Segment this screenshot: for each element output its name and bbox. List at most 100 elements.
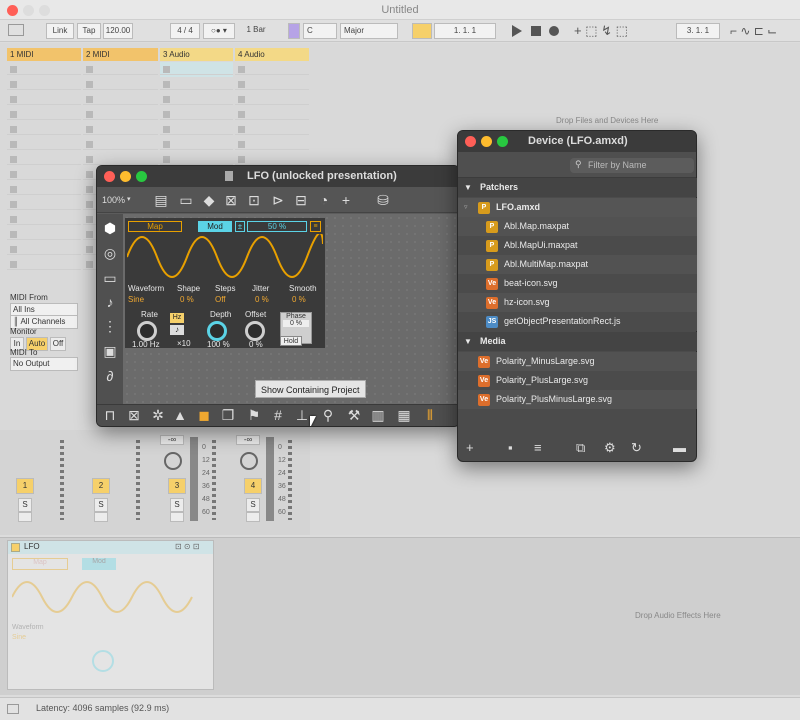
hierarchy-icon[interactable]: ⊥ bbox=[293, 407, 311, 423]
clip-slot[interactable] bbox=[235, 139, 309, 150]
mod-amount-field[interactable]: 50 % bbox=[247, 221, 307, 232]
clip-slot[interactable] bbox=[235, 154, 309, 165]
clip-stop-icon[interactable] bbox=[10, 141, 17, 148]
note-button[interactable]: ♪ bbox=[170, 325, 184, 335]
rate-knob[interactable] bbox=[137, 321, 157, 341]
patcher-close-button[interactable] bbox=[104, 171, 115, 182]
zoom-dropdown-icon[interactable]: ▾ bbox=[127, 195, 131, 203]
jitter-value[interactable]: 0 % bbox=[255, 295, 269, 304]
clip-slot[interactable] bbox=[235, 64, 309, 75]
dial-object-icon[interactable]: ◔ bbox=[315, 192, 333, 208]
steps-value[interactable]: Off bbox=[215, 295, 226, 304]
clip-stop-icon[interactable] bbox=[10, 246, 17, 253]
solo-button[interactable]: S bbox=[18, 498, 32, 512]
presentation-mode-icon[interactable]: ⊠ bbox=[125, 407, 143, 423]
clip-stop-icon[interactable] bbox=[10, 186, 17, 193]
paperclip-icon[interactable]: ∂ bbox=[101, 368, 119, 384]
arm-button[interactable] bbox=[18, 512, 32, 522]
hz-button[interactable]: Hz bbox=[170, 313, 184, 323]
clip-stop-icon[interactable] bbox=[86, 201, 93, 208]
loop-start-field[interactable]: 3. 1. 1 bbox=[676, 23, 720, 39]
record-icon[interactable] bbox=[549, 26, 559, 36]
package-icon[interactable]: ⬢ bbox=[101, 220, 119, 236]
flags-icon[interactable]: ⚑ bbox=[245, 407, 263, 423]
follow-icon[interactable] bbox=[412, 23, 432, 39]
clip-stop-icon[interactable] bbox=[10, 66, 17, 73]
clip-slot[interactable] bbox=[160, 94, 233, 105]
clip-slot[interactable] bbox=[7, 184, 81, 195]
clip-slot[interactable] bbox=[160, 109, 233, 120]
clip-slot[interactable] bbox=[7, 244, 81, 255]
clip-stop-icon[interactable] bbox=[86, 126, 93, 133]
midi-to-select[interactable]: No Output bbox=[10, 357, 78, 371]
list-icon[interactable]: ≡ bbox=[534, 440, 542, 455]
media-section-header[interactable]: ▼ Media bbox=[458, 332, 697, 351]
image-icon[interactable]: ▣ bbox=[101, 343, 119, 359]
clip-stop-icon[interactable] bbox=[86, 231, 93, 238]
clip-slot[interactable] bbox=[160, 139, 233, 150]
slider-object-icon[interactable]: ⊳ bbox=[269, 192, 287, 208]
offset-value[interactable]: 0 % bbox=[249, 340, 263, 349]
offset-knob[interactable] bbox=[245, 321, 265, 341]
tap-button[interactable]: Tap bbox=[77, 23, 101, 39]
clip-stop-icon[interactable] bbox=[163, 81, 170, 88]
patcher-zoom-button[interactable] bbox=[136, 171, 147, 182]
shape-value[interactable]: 0 % bbox=[180, 295, 194, 304]
file-row[interactable]: P Abl.Map.maxpat bbox=[458, 217, 697, 236]
file-row[interactable]: P Abl.MapUi.maxpat bbox=[458, 236, 697, 255]
track-header-4[interactable]: 4 Audio bbox=[235, 48, 309, 61]
clip-stop-icon[interactable] bbox=[10, 216, 17, 223]
clip-stop-icon[interactable] bbox=[86, 111, 93, 118]
track-activator-1[interactable]: 1 bbox=[16, 478, 34, 494]
wrench-icon[interactable]: ⚒ bbox=[345, 407, 363, 423]
mod-button[interactable]: Mod bbox=[198, 221, 232, 232]
depth-knob[interactable] bbox=[207, 321, 227, 341]
depth-value[interactable]: 100 % bbox=[207, 340, 230, 349]
refresh-icon[interactable]: ↻ bbox=[631, 440, 642, 456]
clip-stop-icon[interactable] bbox=[163, 141, 170, 148]
folder-icon[interactable]: ▬ bbox=[673, 440, 686, 455]
clip-slot[interactable] bbox=[83, 64, 158, 75]
track-header-2[interactable]: 2 MIDI bbox=[83, 48, 158, 61]
track-activator-3[interactable]: 3 bbox=[168, 478, 186, 494]
automation-icons[interactable]: ⌐ ∿ ⊏ ⌙ bbox=[730, 23, 798, 39]
polarity-icon[interactable]: ± bbox=[235, 221, 245, 232]
clip-stop-icon[interactable] bbox=[86, 246, 93, 253]
scale-mode-icon[interactable] bbox=[288, 23, 300, 39]
presentation-icon[interactable]: ▤ bbox=[152, 192, 170, 208]
monitor-off-button[interactable]: Off bbox=[50, 337, 66, 351]
tempo-field[interactable]: 120.00 bbox=[103, 23, 133, 39]
clip-stop-icon[interactable] bbox=[163, 156, 170, 163]
clip-stop-icon[interactable] bbox=[163, 111, 170, 118]
clip-slot[interactable] bbox=[83, 94, 158, 105]
volume-readout[interactable]: -∞ bbox=[160, 435, 184, 445]
clip-stop-icon[interactable] bbox=[238, 96, 245, 103]
patchers-section-header[interactable]: ▼ Patchers bbox=[458, 178, 697, 197]
pin-icon[interactable]: ⚲ bbox=[319, 407, 337, 423]
clip-stop-icon[interactable] bbox=[10, 231, 17, 238]
clip-stop-icon[interactable] bbox=[86, 96, 93, 103]
number-object-icon[interactable]: ⊟ bbox=[292, 192, 310, 208]
clip-slot[interactable] bbox=[235, 109, 309, 120]
gear-icon[interactable]: ⚙ bbox=[604, 440, 616, 456]
clip-stop-icon[interactable] bbox=[163, 66, 170, 73]
keyboard-grid-icon[interactable]: ▦ bbox=[395, 407, 413, 423]
solo-button[interactable]: S bbox=[170, 498, 184, 512]
tree-item-root[interactable]: ▿ P LFO.amxd bbox=[458, 198, 697, 217]
clip-stop-icon[interactable] bbox=[86, 66, 93, 73]
file-row[interactable]: Ve beat-icon.svg bbox=[458, 274, 697, 293]
media-file-row[interactable]: Ve Polarity_PlusMinusLarge.svg bbox=[458, 390, 697, 409]
volume-readout[interactable]: -∞ bbox=[236, 435, 260, 445]
clip-stop-icon[interactable] bbox=[10, 81, 17, 88]
media-file-row[interactable]: Ve Polarity_MinusLarge.svg bbox=[458, 352, 697, 371]
zoom-select[interactable]: 100% bbox=[102, 195, 125, 205]
clip-slot[interactable] bbox=[7, 169, 81, 180]
punch-add-icon[interactable]: + ⬚ ↯ ⬚ bbox=[574, 23, 634, 39]
clip-stop-icon[interactable] bbox=[86, 171, 93, 178]
clip-stop-icon[interactable] bbox=[86, 141, 93, 148]
pan-knob[interactable] bbox=[240, 452, 258, 470]
filter-search-field[interactable]: ⚲ Filter by Name bbox=[570, 158, 694, 173]
volume-fader[interactable] bbox=[266, 437, 274, 521]
bars-icon[interactable]: ⦀ bbox=[421, 407, 439, 423]
scale-select[interactable]: Major bbox=[340, 23, 398, 39]
